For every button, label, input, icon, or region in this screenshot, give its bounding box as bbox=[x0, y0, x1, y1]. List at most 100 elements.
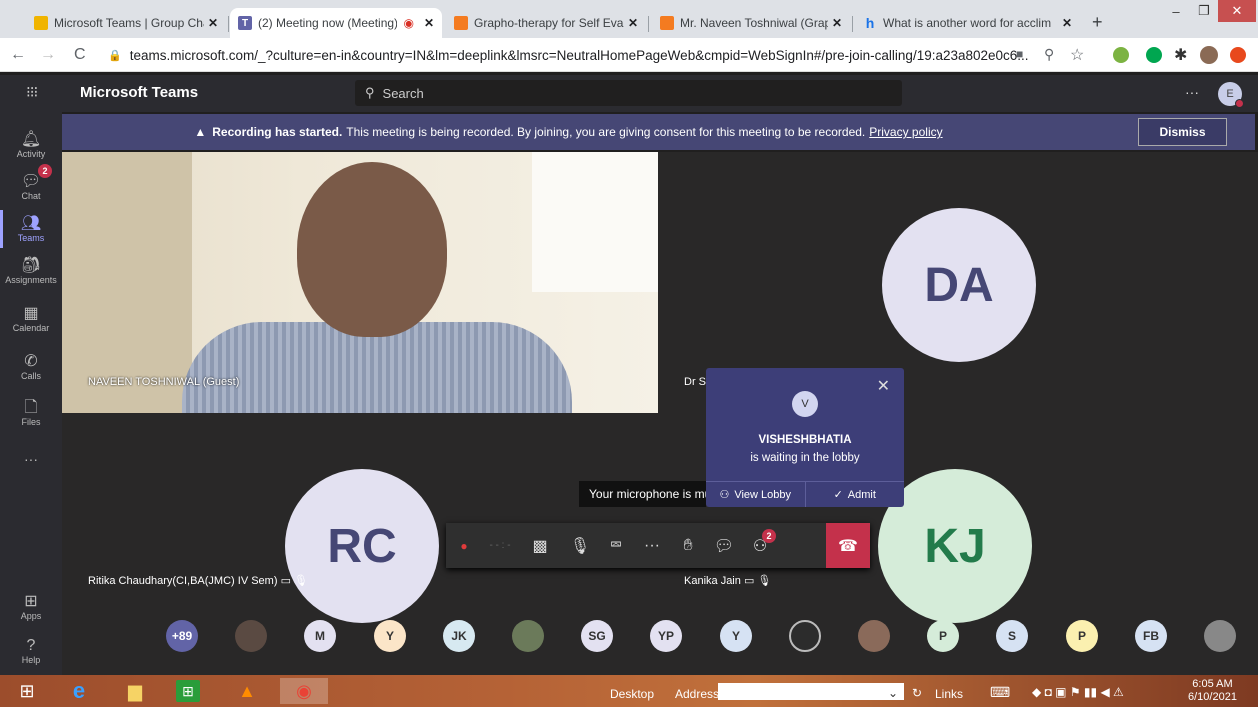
file-icon: 🗋 bbox=[24, 399, 38, 416]
mic-off-icon: 🎙︎ bbox=[757, 575, 772, 587]
browser-tab[interactable]: Mr. Naveen Toshniwal (Grapho ✕ bbox=[652, 8, 850, 38]
participant-photo[interactable] bbox=[235, 620, 267, 652]
rail-label: Teams bbox=[17, 233, 45, 243]
opera-icon[interactable] bbox=[1230, 47, 1246, 63]
camera-toggle-button[interactable]: ▩ bbox=[518, 523, 562, 568]
participant-avatar[interactable]: SG bbox=[581, 620, 613, 652]
participant-photo[interactable] bbox=[1204, 620, 1236, 652]
minimize-icon[interactable]: – bbox=[1162, 0, 1190, 22]
vlc-icon[interactable]: ▲ bbox=[232, 678, 262, 704]
rail-item-assignments[interactable]: 🎒︎ Assignments bbox=[0, 248, 62, 294]
close-icon[interactable]: ✕ bbox=[877, 376, 890, 396]
camera-off-icon: ▭ bbox=[280, 575, 291, 587]
more-options-icon[interactable]: ··· bbox=[1185, 84, 1199, 100]
close-tab-icon[interactable]: ✕ bbox=[1062, 16, 1072, 30]
favicon-icon: h bbox=[865, 15, 875, 31]
participant-avatar[interactable]: JK bbox=[443, 620, 475, 652]
close-tab-icon[interactable]: ✕ bbox=[628, 16, 638, 30]
url-field[interactable]: 🔒 teams.microsoft.com/_?culture=en-in&co… bbox=[108, 42, 1098, 68]
raise-hand-button[interactable]: ✋︎ bbox=[670, 523, 706, 568]
view-lobby-button[interactable]: ⚇ View Lobby bbox=[706, 482, 805, 507]
internet-explorer-icon[interactable]: e bbox=[64, 678, 94, 704]
lock-icon: 🔒 bbox=[108, 49, 122, 62]
restore-icon[interactable]: ❐ bbox=[1190, 0, 1218, 22]
more-actions-button[interactable]: ··· bbox=[634, 523, 670, 568]
back-icon[interactable]: ← bbox=[10, 46, 26, 64]
chat-button[interactable]: 💬︎ bbox=[706, 523, 742, 568]
dismiss-button[interactable]: Dismiss bbox=[1138, 118, 1227, 146]
browser-tab-active[interactable]: T (2) Meeting now (Meeting) | ◉ ✕ bbox=[230, 8, 442, 38]
app-launcher-icon[interactable]: ⁝⁝⁝ bbox=[26, 83, 38, 101]
participant-avatar[interactable]: S bbox=[996, 620, 1028, 652]
dropdown-icon[interactable]: ⌄ bbox=[888, 686, 898, 700]
close-tab-icon[interactable]: ✕ bbox=[208, 16, 218, 30]
rail-item-apps[interactable]: ⊞ Apps bbox=[0, 584, 62, 630]
close-window-icon[interactable]: ✕ bbox=[1218, 0, 1256, 22]
participant-avatar[interactable]: P bbox=[927, 620, 959, 652]
extensions-puzzle-icon[interactable]: ✱ bbox=[1174, 45, 1187, 65]
mic-toggle-button[interactable]: 🎙︎ bbox=[562, 523, 598, 568]
participant-avatar[interactable]: M bbox=[304, 620, 336, 652]
desktop-toolbar[interactable]: Desktop bbox=[610, 687, 654, 701]
tray-icons[interactable]: ◆ ◘ ▣ ⚑ ▮▮ ◀ ⚠ bbox=[1032, 685, 1124, 699]
profile-avatar-icon[interactable] bbox=[1200, 46, 1218, 64]
forward-icon[interactable]: → bbox=[40, 46, 56, 64]
status-busy-icon bbox=[1235, 99, 1244, 108]
browser-tab[interactable]: h What is another word for acclim ✕ bbox=[855, 8, 1080, 38]
close-tab-icon[interactable]: ✕ bbox=[832, 16, 842, 30]
participant-avatar[interactable]: Y bbox=[374, 620, 406, 652]
reload-icon[interactable]: C bbox=[74, 46, 86, 64]
zoom-icon[interactable]: ⚲ bbox=[1044, 46, 1054, 63]
refresh-icon[interactable]: ↻ bbox=[912, 686, 922, 700]
overflow-count[interactable]: +89 bbox=[166, 620, 198, 652]
rail-item-activity[interactable]: 🔔︎ Activity bbox=[0, 122, 62, 168]
rail-item-more[interactable]: ··· bbox=[0, 436, 62, 482]
bookmark-star-icon[interactable]: ☆ bbox=[1070, 45, 1084, 65]
store-icon[interactable]: ⊞ bbox=[176, 680, 200, 702]
rail-item-chat[interactable]: 💬︎ Chat bbox=[0, 164, 62, 210]
video-tile-naveen[interactable] bbox=[62, 152, 658, 413]
avatar[interactable]: E bbox=[1218, 82, 1244, 108]
rail-item-help[interactable]: ? Help bbox=[0, 628, 62, 674]
close-tab-icon[interactable]: ✕ bbox=[424, 16, 434, 30]
admit-button[interactable]: ✓ Admit bbox=[804, 482, 905, 507]
search-input[interactable]: ⚲ Search bbox=[355, 80, 902, 106]
participant-photo[interactable] bbox=[512, 620, 544, 652]
participant-avatar[interactable]: YP bbox=[650, 620, 682, 652]
participant-avatar[interactable]: Y bbox=[720, 620, 752, 652]
participant-label-kj: Kanika Jain ▭ 🎙︎ bbox=[684, 574, 771, 587]
extension-icon[interactable] bbox=[1113, 47, 1129, 63]
links-toolbar[interactable]: Links bbox=[935, 687, 963, 701]
browser-tab[interactable]: Microsoft Teams | Group Chat S ✕ bbox=[26, 8, 226, 38]
windows-start-icon[interactable]: ⊞ bbox=[12, 678, 42, 704]
file-explorer-icon[interactable]: ▆ bbox=[120, 678, 150, 704]
rail-item-teams[interactable]: 👥︎ Teams bbox=[0, 206, 62, 252]
participants-button[interactable]: ⚇ 2 bbox=[742, 523, 778, 568]
banner-text: This meeting is being recorded. By joini… bbox=[346, 125, 866, 139]
grammarly-icon[interactable] bbox=[1146, 47, 1162, 63]
participant-avatar[interactable]: FB bbox=[1135, 620, 1167, 652]
taskbar-address-input[interactable] bbox=[718, 683, 904, 700]
apps-icon: ⊞ bbox=[24, 593, 38, 610]
rail-item-calendar[interactable]: ▦ Calendar bbox=[0, 296, 62, 342]
tab-title: Mr. Naveen Toshniwal (Grapho bbox=[680, 16, 828, 30]
rail-item-files[interactable]: 🗋 Files bbox=[0, 390, 62, 436]
rail-item-calls[interactable]: ✆ Calls bbox=[0, 344, 62, 390]
privacy-policy-link[interactable]: Privacy policy bbox=[869, 125, 942, 139]
url-text: teams.microsoft.com/_?culture=en-in&coun… bbox=[129, 47, 1029, 63]
rail-label: Calendar bbox=[12, 323, 50, 333]
camera-indicator-icon[interactable]: ■ bbox=[1016, 47, 1023, 61]
participant-avatar[interactable]: P bbox=[1066, 620, 1098, 652]
share-screen-button[interactable]: ⮹ bbox=[598, 523, 634, 568]
clock-date: 6/10/2021 bbox=[1188, 691, 1237, 703]
new-tab-icon[interactable]: + bbox=[1092, 12, 1103, 33]
tab-title: Grapho-therapy for Self Evaluat bbox=[474, 16, 624, 30]
hang-up-button[interactable]: ☎ bbox=[826, 523, 870, 568]
teams-icon: 👥︎ bbox=[20, 215, 42, 232]
participant-photo[interactable] bbox=[789, 620, 821, 652]
participant-photo[interactable] bbox=[858, 620, 890, 652]
system-clock[interactable]: 6:05 AM 6/10/2021 bbox=[1188, 678, 1237, 704]
browser-tab[interactable]: Grapho-therapy for Self Evaluat ✕ bbox=[446, 8, 646, 38]
keyboard-icon[interactable]: ⌨ bbox=[990, 684, 1010, 701]
chrome-taskbar-icon[interactable]: ◉ bbox=[280, 678, 328, 704]
